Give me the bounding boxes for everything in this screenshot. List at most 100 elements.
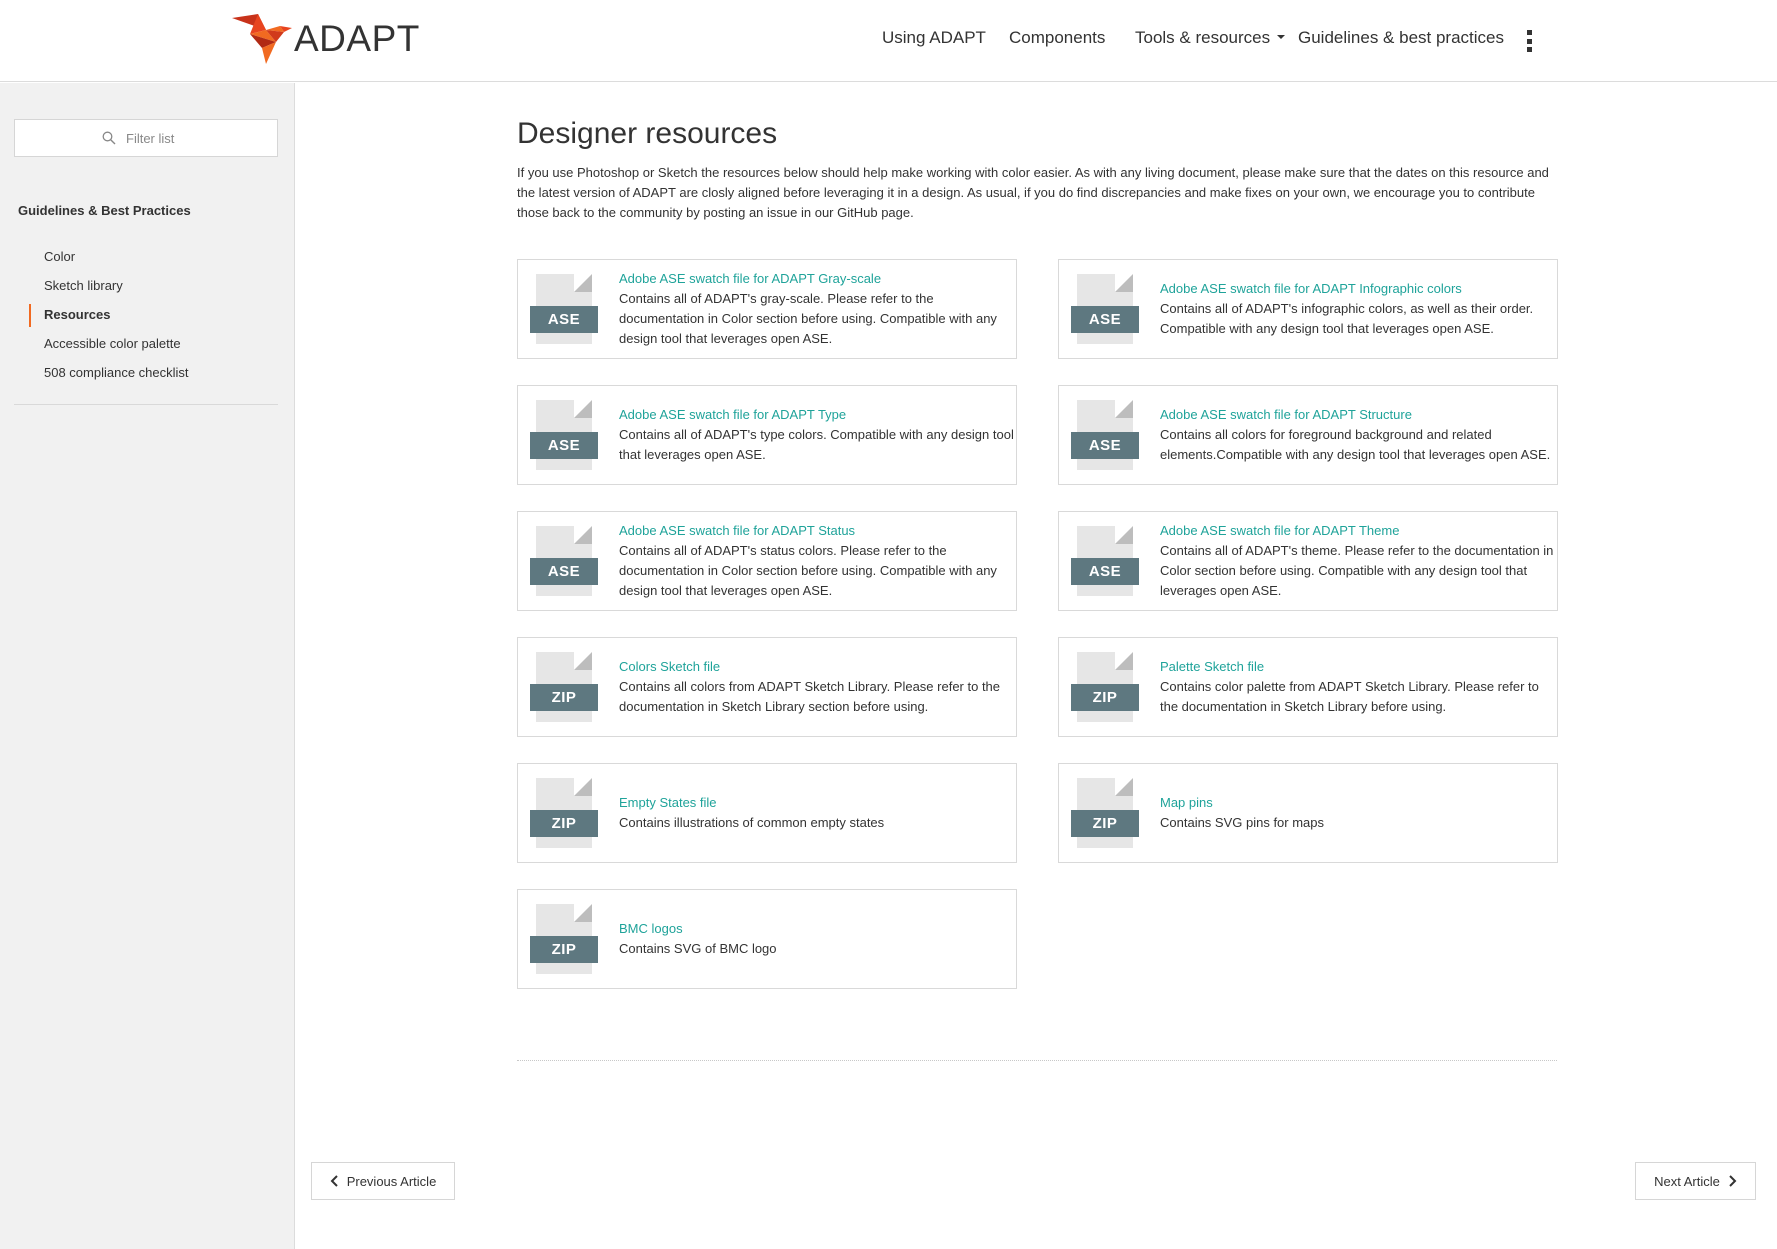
resource-text: Adobe ASE swatch file for ADAPT Type Cont… <box>619 386 1014 484</box>
file-fold <box>1115 274 1133 292</box>
resource-text: Palette Sketch file Contains color palett… <box>1160 638 1555 736</box>
ase-file-icon: ASE <box>530 526 600 598</box>
resource-text: Adobe ASE swatch file for ADAPT Theme Con… <box>1160 512 1555 610</box>
resource-title-link[interactable]: Palette Sketch file <box>1160 657 1555 677</box>
sidebar-item-color[interactable]: Color <box>0 243 295 272</box>
resource-card[interactable]: ASE Adobe ASE swatch file for ADAPT Gray-… <box>517 259 1017 359</box>
ase-file-icon: ASE <box>1071 400 1141 472</box>
chevron-left-icon <box>330 1175 338 1187</box>
resource-text: BMC logos Contains SVG of BMC logo <box>619 890 1014 988</box>
file-type-badge: ASE <box>1071 306 1139 333</box>
kebab-menu-icon[interactable] <box>1525 30 1533 52</box>
file-type-badge: ZIP <box>530 810 598 837</box>
resource-card[interactable]: ASE Adobe ASE swatch file for ADAPT Infog… <box>1058 259 1558 359</box>
nav-guidelines[interactable]: Guidelines & best practices <box>1298 28 1504 48</box>
resource-title-link[interactable]: Adobe ASE swatch file for ADAPT Status <box>619 521 1014 541</box>
kebab-dot <box>1526 38 1532 44</box>
next-article-label: Next Article <box>1654 1173 1720 1189</box>
filter-box[interactable] <box>14 119 278 157</box>
file-type-badge: ZIP <box>530 936 598 963</box>
resource-text: Adobe ASE swatch file for ADAPT Structur… <box>1160 386 1555 484</box>
resource-description: Contains all of ADAPT's theme. Please re… <box>1160 543 1554 598</box>
top-header: ADAPT Using ADAPT Components Tools & res… <box>0 0 1777 82</box>
resource-card[interactable]: ZIP BMC logos Contains SVG of BMC logo <box>517 889 1017 989</box>
ase-file-icon: ASE <box>530 400 600 472</box>
file-fold <box>1115 652 1133 670</box>
caret-down-icon <box>1277 34 1286 39</box>
resource-text: Map pins Contains SVG pins for maps <box>1160 764 1555 862</box>
previous-article-button[interactable]: Previous Article <box>311 1162 455 1200</box>
resource-description: Contains all of ADAPT's type colors. Com… <box>619 427 1014 462</box>
resource-text: Adobe ASE swatch file for ADAPT Infograp… <box>1160 260 1555 358</box>
ase-file-icon: ASE <box>530 274 600 346</box>
file-fold <box>1115 400 1133 418</box>
sidebar-item-resources[interactable]: Resources <box>0 301 295 330</box>
file-type-badge: ASE <box>1071 432 1139 459</box>
resource-card[interactable]: ZIP Empty States file Contains illustratio… <box>517 763 1017 863</box>
resource-description: Contains all of ADAPT's gray-scale. Plea… <box>619 291 997 346</box>
resource-title-link[interactable]: Adobe ASE swatch file for ADAPT Type <box>619 405 1014 425</box>
ase-file-icon: ASE <box>1071 526 1141 598</box>
resource-title-link[interactable]: Empty States file <box>619 793 1014 813</box>
resource-title-link[interactable]: Adobe ASE swatch file for ADAPT Structur… <box>1160 405 1555 425</box>
zip-file-icon: ZIP <box>530 904 600 976</box>
resource-description: Contains SVG of BMC logo <box>619 941 777 956</box>
sidebar-list: Color Sketch library Resources Accessibl… <box>0 243 295 388</box>
logo-text: ADAPT <box>294 18 420 59</box>
file-fold <box>574 904 592 922</box>
kebab-dot <box>1526 30 1532 35</box>
resource-title-link[interactable]: Adobe ASE swatch file for ADAPT Infograp… <box>1160 279 1555 299</box>
resource-description: Contains color palette from ADAPT Sketch… <box>1160 679 1539 714</box>
file-fold <box>574 778 592 796</box>
resource-card[interactable]: ASE Adobe ASE swatch file for ADAPT Theme… <box>1058 511 1558 611</box>
sidebar-item-508-compliance-checklist[interactable]: 508 compliance checklist <box>0 359 295 388</box>
resource-title-link[interactable]: Adobe ASE swatch file for ADAPT Theme <box>1160 521 1555 541</box>
origami-bird-icon <box>232 14 292 64</box>
zip-file-icon: ZIP <box>530 652 600 724</box>
resource-card[interactable]: ASE Adobe ASE swatch file for ADAPT Statu… <box>517 511 1017 611</box>
resource-text: Colors Sketch file Contains all colors fr… <box>619 638 1014 736</box>
file-type-badge: ZIP <box>530 684 598 711</box>
resource-title-link[interactable]: Colors Sketch file <box>619 657 1014 677</box>
adapt-logo[interactable]: ADAPT <box>232 12 420 66</box>
nav-tools-resources[interactable]: Tools & resources <box>1135 28 1286 48</box>
nav-components[interactable]: Components <box>1009 28 1105 48</box>
zip-file-icon: ZIP <box>1071 652 1141 724</box>
filter-input[interactable] <box>126 130 190 146</box>
file-fold <box>574 400 592 418</box>
file-fold <box>574 526 592 544</box>
resource-card[interactable]: ASE Adobe ASE swatch file for ADAPT Type C… <box>517 385 1017 485</box>
resource-title-link[interactable]: Adobe ASE swatch file for ADAPT Gray-sca… <box>619 269 1014 289</box>
sidebar-divider <box>14 404 278 405</box>
intro-paragraph: If you use Photoshop or Sketch the resou… <box>517 165 1549 220</box>
content-divider <box>517 1060 1557 1061</box>
file-type-badge: ZIP <box>1071 684 1139 711</box>
resource-text: Adobe ASE swatch file for ADAPT Gray-sca… <box>619 260 1014 358</box>
file-fold <box>574 652 592 670</box>
resource-card[interactable]: ZIP Colors Sketch file Contains all colors… <box>517 637 1017 737</box>
resource-text: Adobe ASE swatch file for ADAPT Status Co… <box>619 512 1014 610</box>
resource-card[interactable]: ZIP Palette Sketch file Contains color pal… <box>1058 637 1558 737</box>
nav-tools-resources-label: Tools & resources <box>1135 28 1271 47</box>
resource-text: Empty States file Contains illustrations … <box>619 764 1014 862</box>
sidebar-item-accessible-color-palette[interactable]: Accessible color palette <box>0 330 295 359</box>
file-type-badge: ASE <box>530 558 598 585</box>
file-fold <box>1115 778 1133 796</box>
sidebar: Guidelines & Best Practices Color Sketch… <box>0 83 295 1249</box>
chevron-right-icon <box>1729 1175 1737 1187</box>
resource-card[interactable]: ZIP Map pins Contains SVG pins for maps <box>1058 763 1558 863</box>
previous-article-label: Previous Article <box>346 1173 437 1189</box>
file-type-badge: ASE <box>530 306 598 333</box>
nav-using-adapt[interactable]: Using ADAPT <box>882 28 986 48</box>
resource-description: Contains illustrations of common empty s… <box>619 815 885 830</box>
resource-description: Contains all of ADAPT's infographic colo… <box>1160 301 1534 336</box>
page-title: Designer resources <box>517 117 778 150</box>
file-type-badge: ASE <box>530 432 598 459</box>
resource-card[interactable]: ASE Adobe ASE swatch file for ADAPT Struc… <box>1058 385 1558 485</box>
resource-description: Contains all colors for foreground backg… <box>1160 427 1551 462</box>
next-article-button[interactable]: Next Article <box>1635 1162 1756 1200</box>
resource-title-link[interactable]: BMC logos <box>619 919 1014 939</box>
sidebar-item-sketch-library[interactable]: Sketch library <box>0 272 295 301</box>
resource-description: Contains SVG pins for maps <box>1160 815 1325 830</box>
resource-title-link[interactable]: Map pins <box>1160 793 1555 813</box>
